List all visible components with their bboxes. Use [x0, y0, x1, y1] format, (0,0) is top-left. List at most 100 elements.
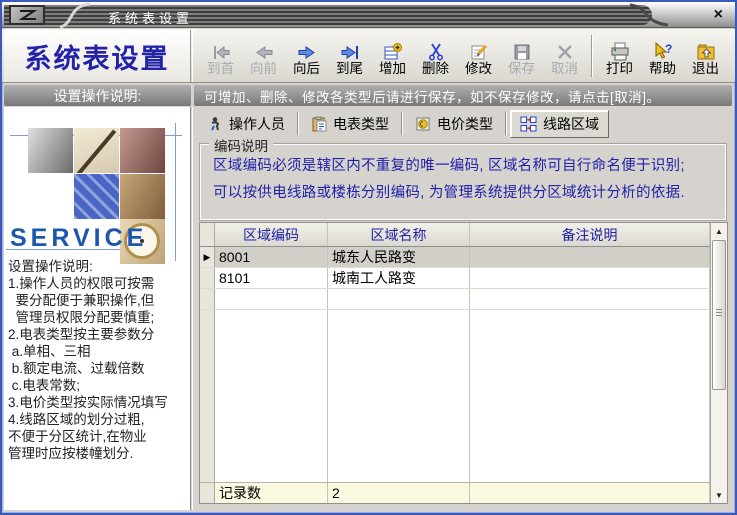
last-record-icon [340, 35, 360, 61]
next-record-icon [297, 35, 317, 61]
grid-empty-area [200, 310, 710, 482]
cell-note [470, 268, 710, 288]
next-record-button[interactable]: 向后 [285, 35, 328, 77]
record-count-row: 记录数 2 [200, 482, 710, 503]
cell-name: 城东人民路变 [328, 247, 470, 267]
grid-header-row: 区域编码 区域名称 备注说明 [200, 223, 710, 247]
cell-name: 城南工人路变 [328, 268, 470, 288]
tab-line-area[interactable]: 线路区域 [510, 110, 609, 138]
column-header-name[interactable]: 区域名称 [328, 223, 470, 246]
instruction-line: 要分配便于兼职操作,但 [8, 292, 190, 309]
instruction-line: 4.线路区域的划分过粗, [8, 411, 190, 428]
clipboard-icon [311, 116, 327, 132]
area-boxes-icon [520, 116, 537, 132]
save-icon [512, 35, 532, 61]
cancel-icon [556, 35, 574, 61]
edit-icon [469, 35, 489, 61]
notice-text: 可增加、删除、修改各类型后请进行保存，如不保存修改，请点击[取消]。 [204, 86, 661, 106]
app-title-panel: 系统表设置 [4, 30, 191, 82]
photo-sepia [120, 174, 165, 219]
grid-corner-cell [200, 223, 215, 246]
edit-button[interactable]: 修改 [457, 35, 500, 77]
record-count-label: 记录数 [215, 483, 328, 503]
prev-record-icon [254, 35, 274, 61]
person-icon [207, 116, 223, 132]
instruction-line: 1.操作人员的权限可按需 [8, 275, 190, 292]
photo-tool [28, 128, 73, 173]
first-record-button[interactable]: 到首 [199, 35, 242, 77]
toolbar: 到首 向前 向后 到尾 [192, 29, 735, 82]
print-icon [609, 35, 631, 61]
cell-code: 8101 [215, 268, 328, 288]
svg-text:?: ? [665, 42, 672, 56]
sidebar-header-bar: 设置操作说明: [4, 85, 191, 106]
price-book-icon [415, 116, 431, 132]
toolbar-row: 系统表设置 到首 向前 向后 [2, 29, 735, 83]
instruction-line: c.电表常数; [8, 377, 190, 394]
scroll-down-icon[interactable]: ▼ [711, 487, 727, 503]
help-button[interactable]: ? 帮助 [641, 35, 684, 77]
tab-separator [505, 112, 507, 135]
column-header-note[interactable]: 备注说明 [470, 223, 710, 246]
main-panel: 操作人员 电表类型 电价类型 线路区域 编码说明 区域编码必须是辖区内不重复的唯… [192, 107, 732, 510]
table-row[interactable]: ▶ 8001 城东人民路变 [200, 247, 710, 268]
groupbox-text: 区域编码必须是辖区内不重复的唯一编码, 区域名称可自行命名便于识别; 可以按供电… [200, 144, 726, 207]
help-icon: ? [652, 35, 674, 61]
delete-button[interactable]: 删除 [414, 35, 457, 77]
app-logo-icon [9, 5, 45, 25]
close-icon[interactable]: × [714, 5, 723, 25]
add-icon [383, 35, 403, 61]
delete-icon [427, 35, 445, 61]
tab-meter-type[interactable]: 电表类型 [302, 111, 398, 137]
groupbox-line: 可以按供电线路或楼栋分别编码, 为管理系统提供分区域统计分析的依据. [213, 180, 720, 207]
cancel-button[interactable]: 取消 [543, 35, 586, 77]
last-record-button[interactable]: 到尾 [328, 35, 371, 77]
notice-bar: 可增加、删除、修改各类型后请进行保存，如不保存修改，请点击[取消]。 [194, 85, 732, 106]
tab-price-type[interactable]: 电价类型 [406, 111, 502, 137]
photo-tools [120, 128, 165, 173]
tab-operators[interactable]: 操作人员 [198, 111, 294, 137]
instruction-line: b.额定电流、过载倍数 [8, 360, 190, 377]
title-stripe-band [4, 5, 652, 25]
app-window: 系统表设置 × 系统表设置 到首 向前 [0, 0, 737, 515]
instruction-line: 管理时应按楼幢划分. [8, 445, 190, 462]
tab-bar: 操作人员 电表类型 电价类型 线路区域 [193, 107, 732, 137]
add-button[interactable]: 增加 [371, 35, 414, 77]
decorative-line [175, 123, 176, 261]
coding-notes-groupbox: 编码说明 区域编码必须是辖区内不重复的唯一编码, 区域名称可自行命名便于识别; … [199, 143, 727, 221]
cell-note [470, 247, 710, 267]
row-selector-cell [200, 268, 215, 288]
window-title: 系统表设置 [108, 8, 193, 27]
scroll-up-icon[interactable]: ▲ [711, 223, 727, 239]
save-button[interactable]: 保存 [500, 35, 543, 77]
tab-separator [401, 112, 403, 135]
page-title: 系统表设置 [25, 37, 170, 76]
sidebar: SERVICE 设置操作说明: 1.操作人员的权限可按需 要分配便于兼职操作,但… [4, 107, 191, 510]
row-pointer-icon: ▶ [200, 247, 215, 267]
data-grid: 区域编码 区域名称 备注说明 ▶ 8001 城东人民路变 8101 城南工人路变 [199, 222, 728, 504]
first-record-icon [211, 35, 231, 61]
empty-row [200, 289, 710, 310]
scrollbar-thumb[interactable] [712, 240, 726, 390]
instruction-line: 不便于分区统计,在物业 [8, 428, 190, 445]
exit-icon [696, 35, 716, 61]
record-count-value: 2 [328, 483, 470, 503]
service-wordmark: SERVICE [10, 224, 147, 253]
instructions-text: 设置操作说明: 1.操作人员的权限可按需 要分配便于兼职操作,但 管理员权限分配… [8, 258, 190, 462]
vertical-scrollbar[interactable]: ▲ ▼ [710, 223, 727, 503]
exit-button[interactable]: 退出 [684, 35, 727, 77]
column-header-code[interactable]: 区域编码 [215, 223, 328, 246]
groupbox-line: 区域编码必须是辖区内不重复的唯一编码, 区域名称可自行命名便于识别; [213, 153, 720, 180]
cell-code: 8001 [215, 247, 328, 267]
instruction-line: 3.电价类型按实际情况填写 [8, 394, 190, 411]
prev-record-button[interactable]: 向前 [242, 35, 285, 77]
instruction-line: a.单相、三相 [8, 343, 190, 360]
instruction-line: 设置操作说明: [8, 258, 190, 275]
tab-separator [297, 112, 299, 135]
print-button[interactable]: 打印 [598, 35, 641, 77]
table-row[interactable]: 8101 城南工人路变 [200, 268, 710, 289]
instruction-line: 管理员权限分配要慎重; [8, 309, 190, 326]
groupbox-legend: 编码说明 [209, 135, 273, 155]
instruction-line: 2.电表类型按主要参数分 [8, 326, 190, 343]
toolbar-separator [591, 35, 593, 77]
